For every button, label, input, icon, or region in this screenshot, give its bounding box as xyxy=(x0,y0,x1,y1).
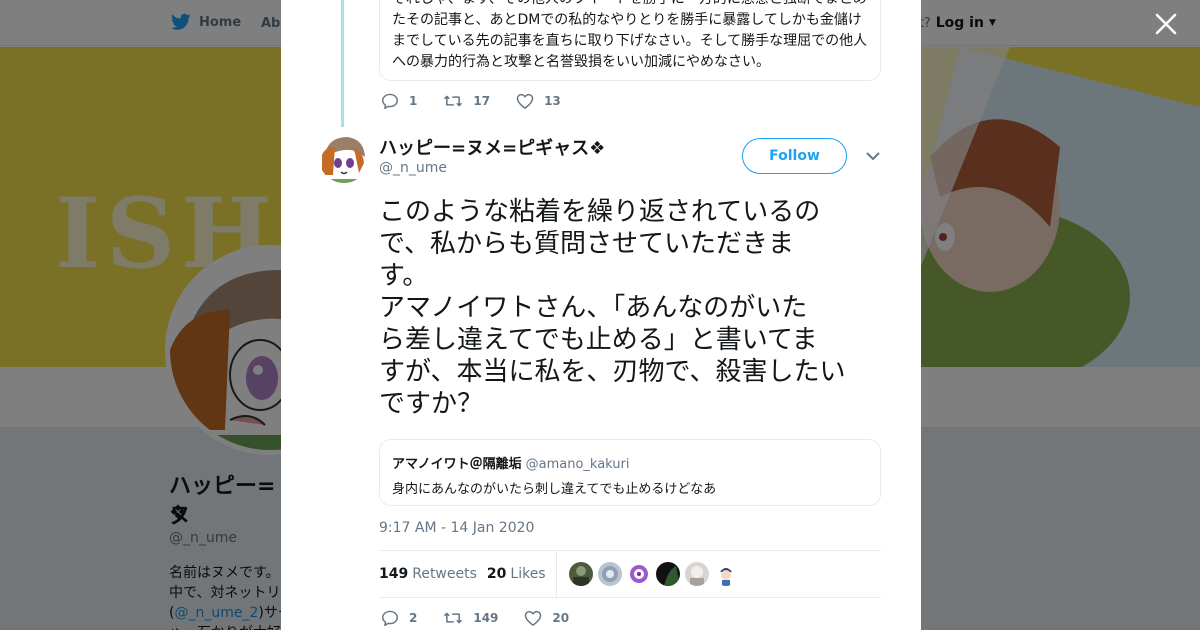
retweet-icon xyxy=(444,612,463,624)
liker-avatar[interactable] xyxy=(626,562,651,586)
close-icon[interactable] xyxy=(1154,12,1178,36)
tweet-stats: 149 Retweets 20 Likes xyxy=(379,550,881,598)
previous-tweet-line: それしゃ、ます、その他人のツイートを勝手に一方的に悪意と独断でまとめ xyxy=(392,0,868,10)
tweet-text-line: このような粘着を繰り返されているの xyxy=(379,197,821,227)
quoted-tweet-header: アマノイワト＠隔離垢 @amano_kakuri xyxy=(392,453,868,472)
liker-avatar[interactable] xyxy=(568,562,593,586)
previous-tweet-line: たその記事と、あとDMでの私的なやりとりを勝手に暴露してしかも金儲け xyxy=(392,12,862,28)
quoted-author-handle: @amano_kakuri xyxy=(525,457,630,472)
author-name[interactable]: ハッピー=ヌメ=ピギャス❖ xyxy=(379,134,605,160)
reply-icon xyxy=(381,93,399,109)
liker-avatar[interactable] xyxy=(655,562,680,586)
retweets-stat-count: 149 xyxy=(379,566,409,582)
retweet-count: 149 xyxy=(473,611,499,625)
like-count: 13 xyxy=(544,94,561,108)
previous-tweet-line: までしている先の記事を直ちに取り下げなさい。そして勝手な理屈での他人 xyxy=(392,33,868,49)
author-avatar-art xyxy=(319,133,369,183)
liker-avatar[interactable] xyxy=(684,562,709,586)
quoted-tweet-card[interactable]: アマノイワト＠隔離垢 @amano_kakuri 身内にあんなのがいたら刺し違えて… xyxy=(379,439,881,506)
likes-stat-count: 20 xyxy=(486,566,507,582)
reply-count: 2 xyxy=(409,611,418,625)
quoted-tweet-text: 身内にあんなのがいたら刺し違えてでも止めるけどなあ xyxy=(392,482,717,497)
retweets-stat[interactable]: 149 Retweets xyxy=(379,566,477,582)
chevron-down-icon[interactable] xyxy=(865,150,881,162)
previous-tweet-actions: 1 17 13 xyxy=(381,93,587,109)
like-count: 20 xyxy=(552,611,570,625)
heart-icon xyxy=(516,93,534,109)
tweet-timestamp[interactable]: 9:17 AM - 14 Jan 2020 xyxy=(379,520,534,536)
tweet-text: このような粘着を繰り返されているの で、私からも質問させていただきま す。 アマ… xyxy=(379,196,884,420)
retweet-button[interactable]: 17 xyxy=(443,93,490,109)
like-button[interactable]: 20 xyxy=(524,610,569,626)
likes-stat[interactable]: 20 Likes xyxy=(487,566,546,582)
tweet-text-line: ら差し違えてでも止める」と書いてま xyxy=(379,325,818,355)
tweet-actions: 2 149 20 xyxy=(381,610,595,626)
retweet-count: 17 xyxy=(473,94,491,108)
previous-tweet-card[interactable]: それしゃ、ます、その他人のツイートを勝手に一方的に悪意と独断でまとめ たその記事… xyxy=(379,0,881,81)
heart-icon xyxy=(525,610,542,626)
tweet-text-line: ですか？ xyxy=(379,389,484,419)
liker-avatars xyxy=(568,562,738,586)
tweet-text-line: で、私からも質問させていただきま xyxy=(379,229,794,259)
retweets-stat-label: Retweets xyxy=(412,566,477,582)
follow-button[interactable]: Follow xyxy=(742,138,847,174)
liker-avatar[interactable] xyxy=(597,562,622,586)
liker-avatar[interactable] xyxy=(713,562,738,586)
reply-icon xyxy=(381,610,399,626)
tweet-text-line: アマノイワトさん、「あんなのがいた xyxy=(379,293,808,323)
stats-divider xyxy=(555,550,557,598)
reply-button[interactable]: 2 xyxy=(381,610,417,626)
previous-tweet-line: への暴力的行為と攻撃と名誉毀損をいい加減にやめなさい。 xyxy=(392,54,770,70)
thread-connector-line xyxy=(341,0,344,127)
author-avatar[interactable] xyxy=(319,133,369,183)
reply-count: 1 xyxy=(409,94,418,108)
tweet-modal: それしゃ、ます、その他人のツイートを勝手に一方的に悪意と独断でまとめ たその記事… xyxy=(281,0,921,630)
tweet-text-line: すが、本当に私を、刃物で、殺害したい xyxy=(379,357,846,387)
tweet-text-line: す。 xyxy=(379,261,429,291)
likes-stat-label: Likes xyxy=(510,566,546,582)
author-handle[interactable]: @_n_ume xyxy=(379,160,447,176)
retweet-icon xyxy=(444,95,463,107)
quoted-author-name: アマノイワト＠隔離垢 xyxy=(392,457,522,472)
reply-button[interactable]: 1 xyxy=(381,93,417,109)
like-button[interactable]: 13 xyxy=(516,93,561,109)
retweet-button[interactable]: 149 xyxy=(443,610,498,626)
